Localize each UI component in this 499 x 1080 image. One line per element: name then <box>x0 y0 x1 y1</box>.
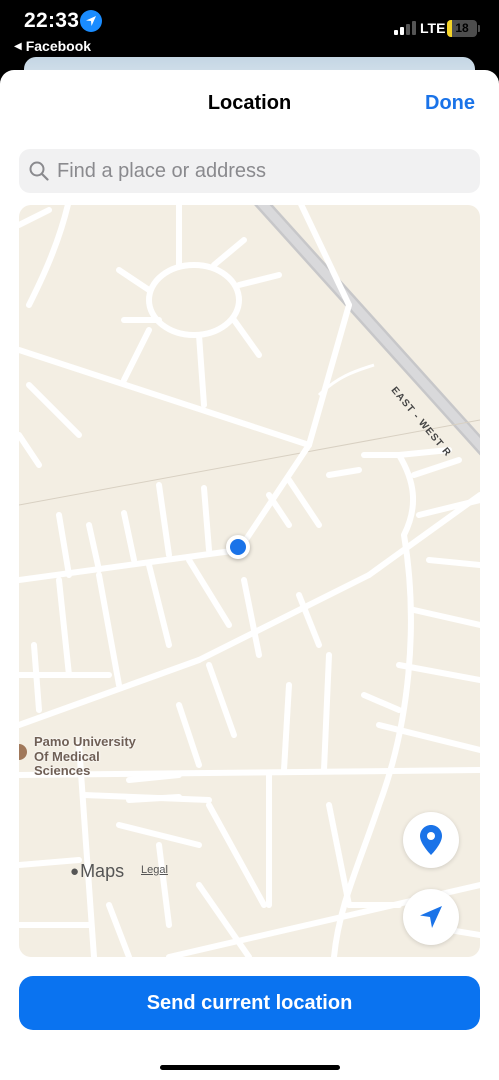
back-triangle-icon: ◀ <box>14 40 22 52</box>
search-bar[interactable] <box>19 149 480 193</box>
signal-icon <box>394 21 416 35</box>
poi-label-line: Of Medical <box>34 748 100 764</box>
current-location-dot <box>226 535 250 559</box>
status-time: 22:33 <box>24 9 80 32</box>
done-button[interactable]: Done <box>425 92 475 115</box>
locate-me-button[interactable] <box>403 889 459 945</box>
maps-brand: Maps <box>80 861 125 881</box>
map-pin-icon <box>420 825 442 855</box>
home-indicator <box>160 1065 340 1070</box>
send-current-location-button[interactable]: Send current location <box>19 976 480 1030</box>
network-type: LTE <box>420 20 446 36</box>
search-icon <box>29 161 49 181</box>
legal-link[interactable]: Legal <box>141 864 168 876</box>
battery-icon: 18 <box>447 20 477 37</box>
poi-label[interactable]: Pamo University Of Medical Sciences <box>34 734 136 779</box>
battery-percent: 18 <box>455 21 469 35</box>
poi-label-line: Sciences <box>34 763 91 778</box>
back-to-app-link[interactable]: ◀ Facebook <box>14 38 91 54</box>
search-input[interactable] <box>57 149 467 193</box>
apple-logo-icon: ● <box>70 863 80 880</box>
apple-maps-logo: ● Maps <box>70 861 124 882</box>
location-arrow-icon <box>80 10 102 32</box>
map-view[interactable]: EAST - WEST R Pamo University Of Medical… <box>19 205 480 957</box>
back-app-label: Facebook <box>25 38 92 54</box>
battery-nub <box>478 25 480 32</box>
drop-pin-button[interactable] <box>403 812 459 868</box>
poi-label-line: Pamo University <box>34 734 136 749</box>
status-bar: 22:33 ◀ Facebook LTE 18 <box>0 0 499 62</box>
location-sheet: Location Done Find a place or address EA… <box>0 70 499 1080</box>
location-arrow-icon <box>420 906 442 928</box>
